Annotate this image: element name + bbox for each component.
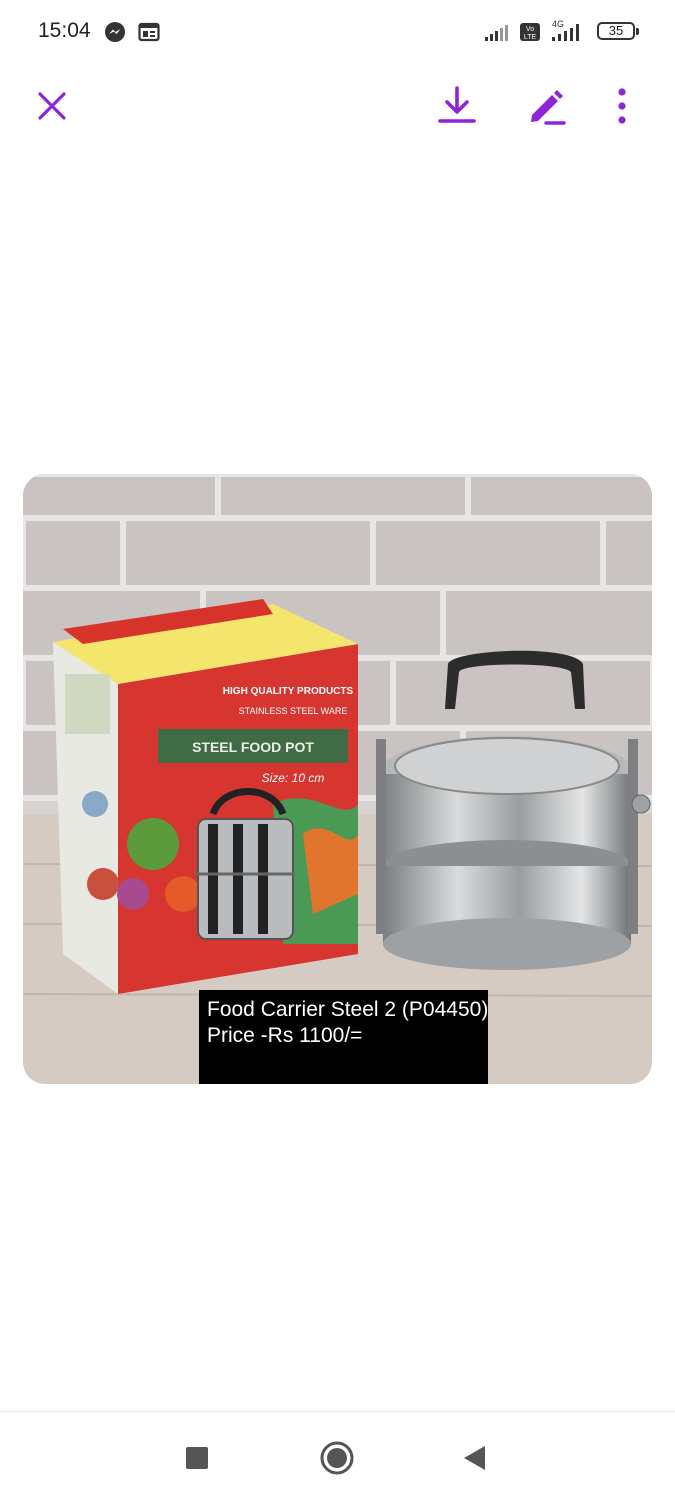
svg-text:Vo: Vo <box>526 26 534 33</box>
triangle-back-icon <box>464 1446 485 1470</box>
battery-indicator: 35 <box>597 22 639 40</box>
signal-4g-icon: 4G <box>552 19 579 41</box>
more-vertical-icon <box>618 88 626 124</box>
back-button[interactable] <box>452 1436 496 1480</box>
edit-pencil-icon <box>531 90 566 125</box>
svg-text:STEEL FOOD POT: STEEL FOOD POT <box>192 739 314 755</box>
product-name-text: Food Carrier Steel 2 (P04450) <box>207 998 489 1021</box>
signal-strength-icon <box>485 25 508 41</box>
more-options-button[interactable] <box>600 84 644 128</box>
close-button[interactable] <box>30 84 74 128</box>
product-price-text: Price -Rs 1100/= <box>207 1024 363 1047</box>
download-button[interactable] <box>435 84 479 128</box>
price-caption: Food Carrier Steel 2 (P04450) Price -Rs … <box>199 990 488 1084</box>
messenger-icon <box>105 22 125 42</box>
box-label-material: STAINLESS STEEL WARE <box>239 706 348 716</box>
svg-text:4G: 4G <box>552 19 564 29</box>
circle-home-icon <box>320 1441 354 1475</box>
status-time: 15:04 <box>38 19 91 42</box>
status-bar: 15:04 Vo LTE 4G 35 <box>0 0 675 64</box>
svg-text:LTE: LTE <box>524 34 537 41</box>
volte-icon: Vo LTE <box>520 23 540 41</box>
square-recents-icon <box>186 1447 208 1469</box>
download-icon <box>438 86 476 123</box>
recents-button[interactable] <box>175 1436 219 1480</box>
box-label-quality: HIGH QUALITY PRODUCTS <box>223 686 354 697</box>
calendar-icon <box>138 22 160 42</box>
close-icon <box>38 92 66 120</box>
system-nav-bar <box>0 1411 675 1501</box>
box-size-label: Size: 10 cm <box>262 771 325 785</box>
home-button[interactable] <box>315 1436 359 1480</box>
viewer-toolbar <box>0 64 675 148</box>
edit-button[interactable] <box>525 84 569 128</box>
